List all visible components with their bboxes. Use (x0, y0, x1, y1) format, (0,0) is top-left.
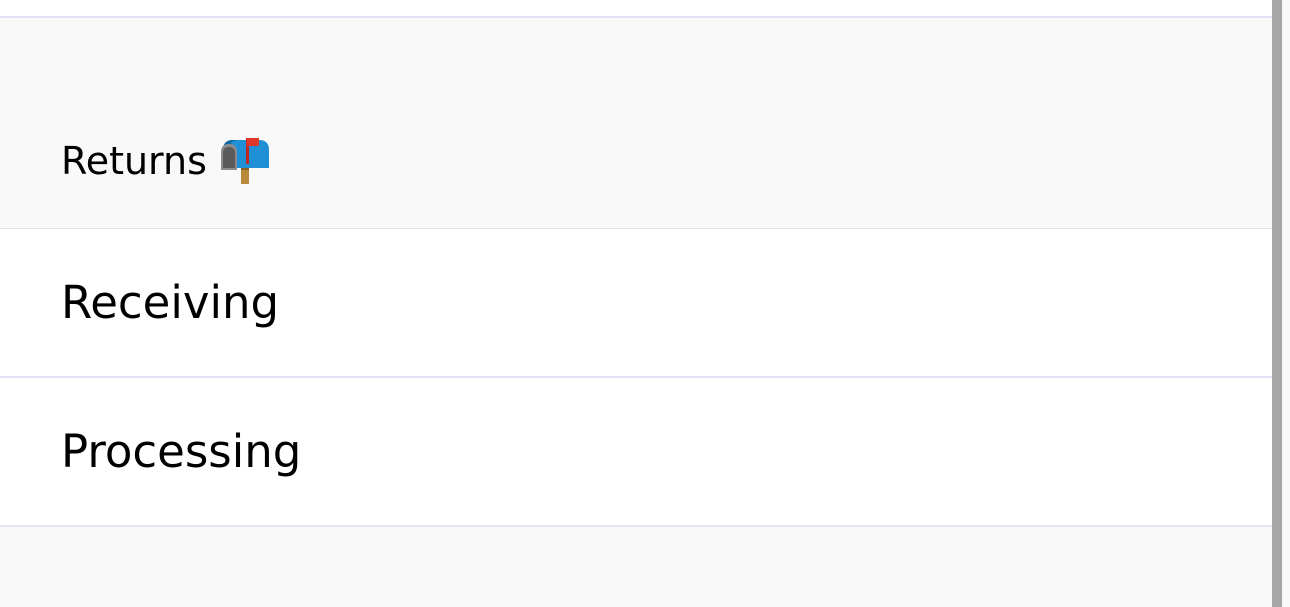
list-item-receiving[interactable]: Receiving (0, 229, 1272, 378)
scroll-gutter (1282, 0, 1290, 607)
vertical-scrollbar[interactable] (1272, 0, 1282, 607)
returns-screen: Returns Receiving Processing (0, 0, 1290, 607)
section-header-returns: Returns (0, 18, 1272, 229)
section-title: Returns (61, 136, 271, 186)
mailbox-icon (219, 136, 271, 186)
previous-list-row[interactable] (0, 0, 1272, 18)
list-item-label: Receiving (61, 276, 280, 329)
section-title-label: Returns (61, 139, 207, 183)
list-item-processing[interactable]: Processing (0, 378, 1272, 527)
list-item-label: Processing (61, 425, 302, 478)
